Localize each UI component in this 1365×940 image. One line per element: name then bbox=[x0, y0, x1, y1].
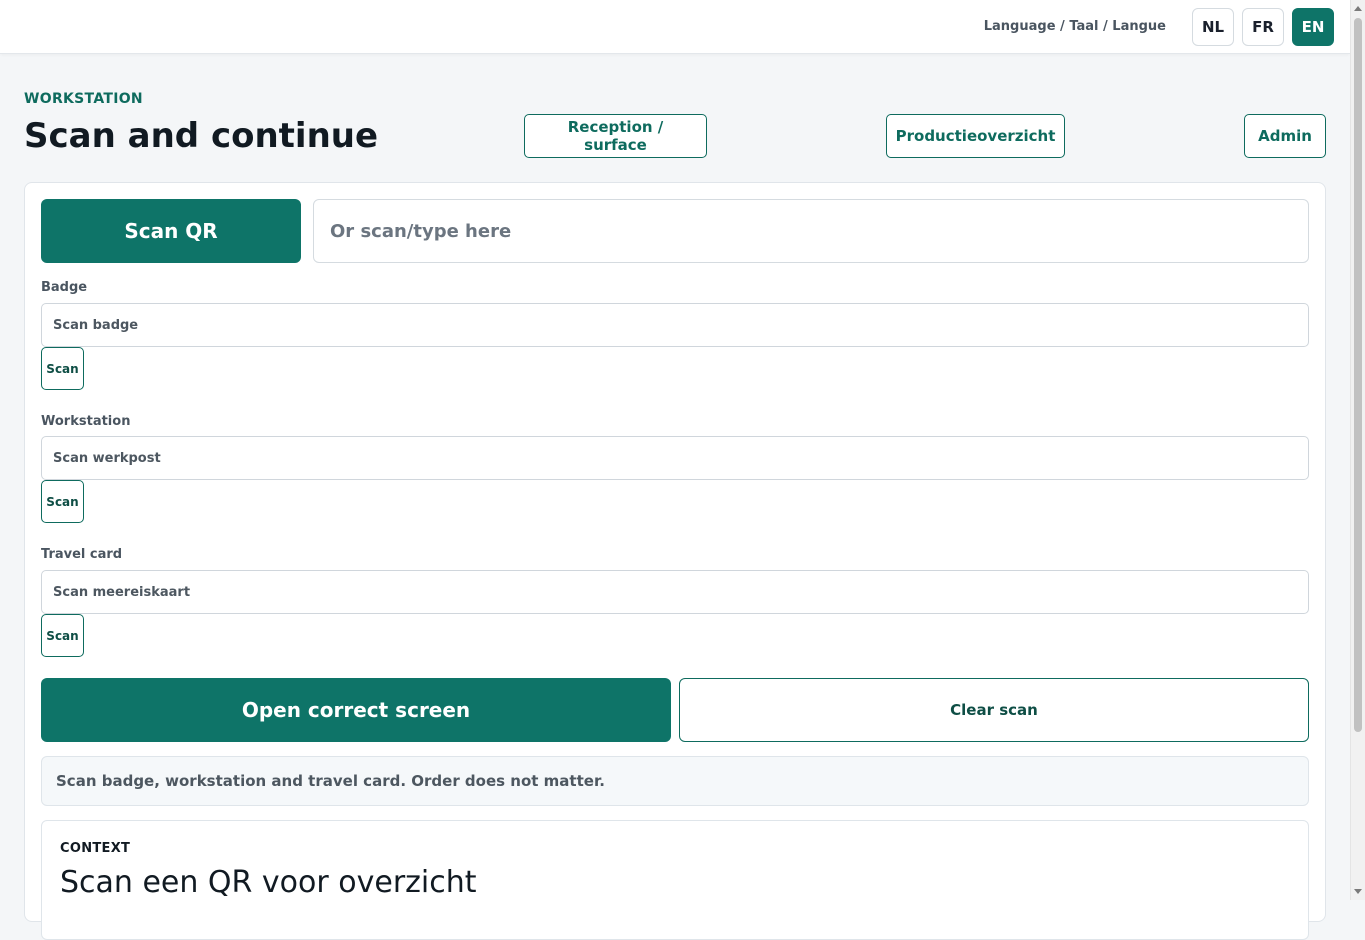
language-button-fr[interactable]: FR bbox=[1242, 8, 1284, 46]
scan-hint: Scan badge, workstation and travel card.… bbox=[41, 756, 1309, 806]
section-eyebrow: WORKSTATION bbox=[24, 91, 143, 107]
language-button-nl[interactable]: NL bbox=[1192, 8, 1234, 46]
scan-type-input[interactable] bbox=[313, 199, 1309, 263]
language-label: Language / Taal / Langue bbox=[983, 19, 1166, 34]
open-correct-screen-button[interactable]: Open correct screen bbox=[41, 678, 671, 742]
context-title: Scan een QR voor overzicht bbox=[60, 865, 477, 900]
travel-card-label: Travel card bbox=[41, 547, 123, 562]
top-bar: Language / Taal / Langue NL FR EN bbox=[0, 0, 1350, 54]
page-scrollbar[interactable] bbox=[1350, 0, 1365, 900]
admin-button[interactable]: Admin bbox=[1244, 114, 1326, 158]
scan-qr-button[interactable]: Scan QR bbox=[41, 199, 301, 263]
scroll-up-icon[interactable] bbox=[1354, 6, 1362, 11]
context-label: CONTEXT bbox=[60, 841, 131, 856]
reception-surface-button[interactable]: Reception / surface bbox=[524, 114, 707, 158]
context-card: CONTEXT Scan een QR voor overzicht bbox=[41, 820, 1309, 940]
workstation-label: Workstation bbox=[41, 414, 131, 429]
workstation-scan-button[interactable]: Scan bbox=[41, 480, 84, 523]
production-overview-button[interactable]: Productieoverzicht bbox=[886, 114, 1065, 158]
scrollbar-thumb[interactable] bbox=[1354, 18, 1362, 732]
scroll-down-icon[interactable] bbox=[1354, 889, 1362, 894]
travel-card-scan-button[interactable]: Scan bbox=[41, 614, 84, 657]
badge-input[interactable] bbox=[41, 303, 1309, 347]
scan-card: Scan QR Badge Scan Workstation Scan Trav… bbox=[24, 182, 1326, 940]
language-button-en[interactable]: EN bbox=[1292, 8, 1334, 46]
workstation-input[interactable] bbox=[41, 436, 1309, 480]
clear-scan-button[interactable]: Clear scan bbox=[679, 678, 1309, 742]
travel-card-input[interactable] bbox=[41, 570, 1309, 614]
page-title: Scan and continue bbox=[24, 116, 379, 156]
badge-scan-button[interactable]: Scan bbox=[41, 347, 84, 390]
badge-label: Badge bbox=[41, 280, 88, 295]
